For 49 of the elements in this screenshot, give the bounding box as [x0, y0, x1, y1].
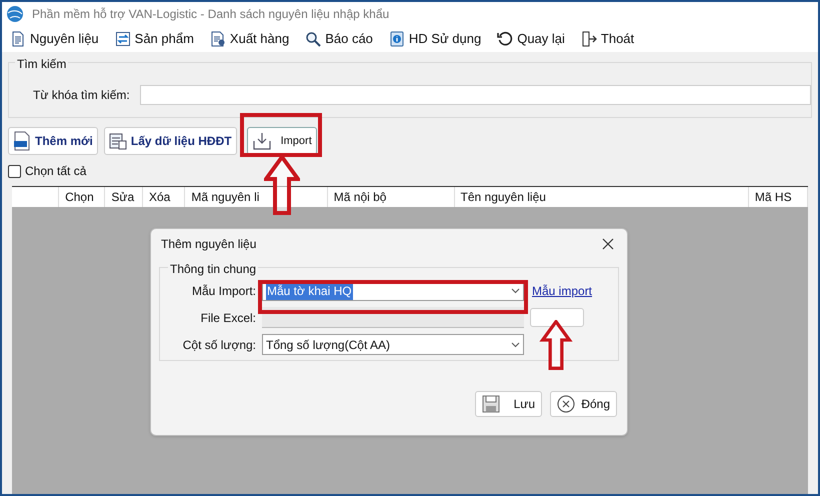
documents-icon — [108, 132, 127, 150]
column-header[interactable]: Mã nội bộ — [328, 187, 455, 207]
globe-logo-icon — [6, 5, 24, 23]
dialog-button[interactable]: Đóng — [550, 391, 617, 417]
field-label: File Excel: — [200, 310, 256, 326]
quantity-dropdown[interactable]: Tổng số lượng(Cột AA) — [262, 334, 524, 355]
menu-item[interactable]: HD Sử dụng — [388, 29, 482, 49]
dropdown-value: Tổng số lượng(Cột AA) — [266, 336, 390, 354]
template-link[interactable]: Mẫu import — [532, 282, 618, 300]
annotation-arrow — [538, 320, 574, 370]
annotation-arrow — [264, 155, 300, 215]
new-document-icon — [13, 131, 31, 151]
checkbox[interactable] — [8, 164, 21, 178]
menu-item[interactable]: Sản phẩm — [114, 29, 194, 49]
document-icon — [210, 31, 226, 47]
chevron-down-icon — [511, 342, 520, 348]
dialog-title: Thêm nguyên liệu — [161, 236, 256, 253]
field-label: Mẫu Import: — [190, 282, 256, 300]
column-header[interactable]: Sửa — [105, 187, 143, 207]
search-field[interactable] — [140, 85, 811, 105]
menu-item[interactable]: Thoát — [580, 29, 634, 49]
field-label: Cột số lượng: — [182, 336, 256, 354]
column-header[interactable]: Tên nguyên liệu — [454, 187, 749, 207]
info-icon — [388, 31, 405, 47]
dialog-button[interactable]: Lưu — [475, 391, 542, 417]
window-title: Phần mềm hỗ trợ VAN-Logistic - Danh sách nguyên liệu nhập khẩu — [32, 6, 390, 23]
checkbox-label: Chọn tất cả — [25, 163, 86, 180]
action-button[interactable]: Lấy dữ liệu HĐĐT — [104, 127, 237, 155]
action-button[interactable]: Import — [246, 127, 317, 155]
search-label: Từ khóa tìm kiếm: — [33, 87, 130, 104]
menu-item[interactable]: Báo cáo — [305, 29, 373, 49]
document-icon — [10, 31, 26, 47]
menu-item[interactable]: Nguyên liệu — [10, 29, 99, 49]
chevron-down-icon — [511, 288, 520, 294]
column-header[interactable]: Mã nguyên li — [185, 187, 328, 207]
column-header[interactable]: Xóa — [142, 187, 186, 207]
download-tray-icon — [252, 132, 271, 150]
browse-button[interactable] — [530, 308, 584, 327]
search-icon — [305, 31, 322, 47]
menu-item[interactable]: Xuất hàng — [210, 29, 290, 49]
column-header[interactable]: Mã HS — [748, 187, 808, 207]
close-icon — [557, 395, 575, 413]
exit-icon — [580, 31, 597, 47]
list-arrow-icon — [114, 31, 131, 47]
refresh-icon — [497, 31, 514, 47]
column-header[interactable]: Chọn — [59, 187, 106, 207]
action-button[interactable]: Thêm mới — [8, 127, 98, 155]
close-icon — [602, 238, 614, 250]
menu-item[interactable]: Quay lại — [497, 29, 565, 49]
